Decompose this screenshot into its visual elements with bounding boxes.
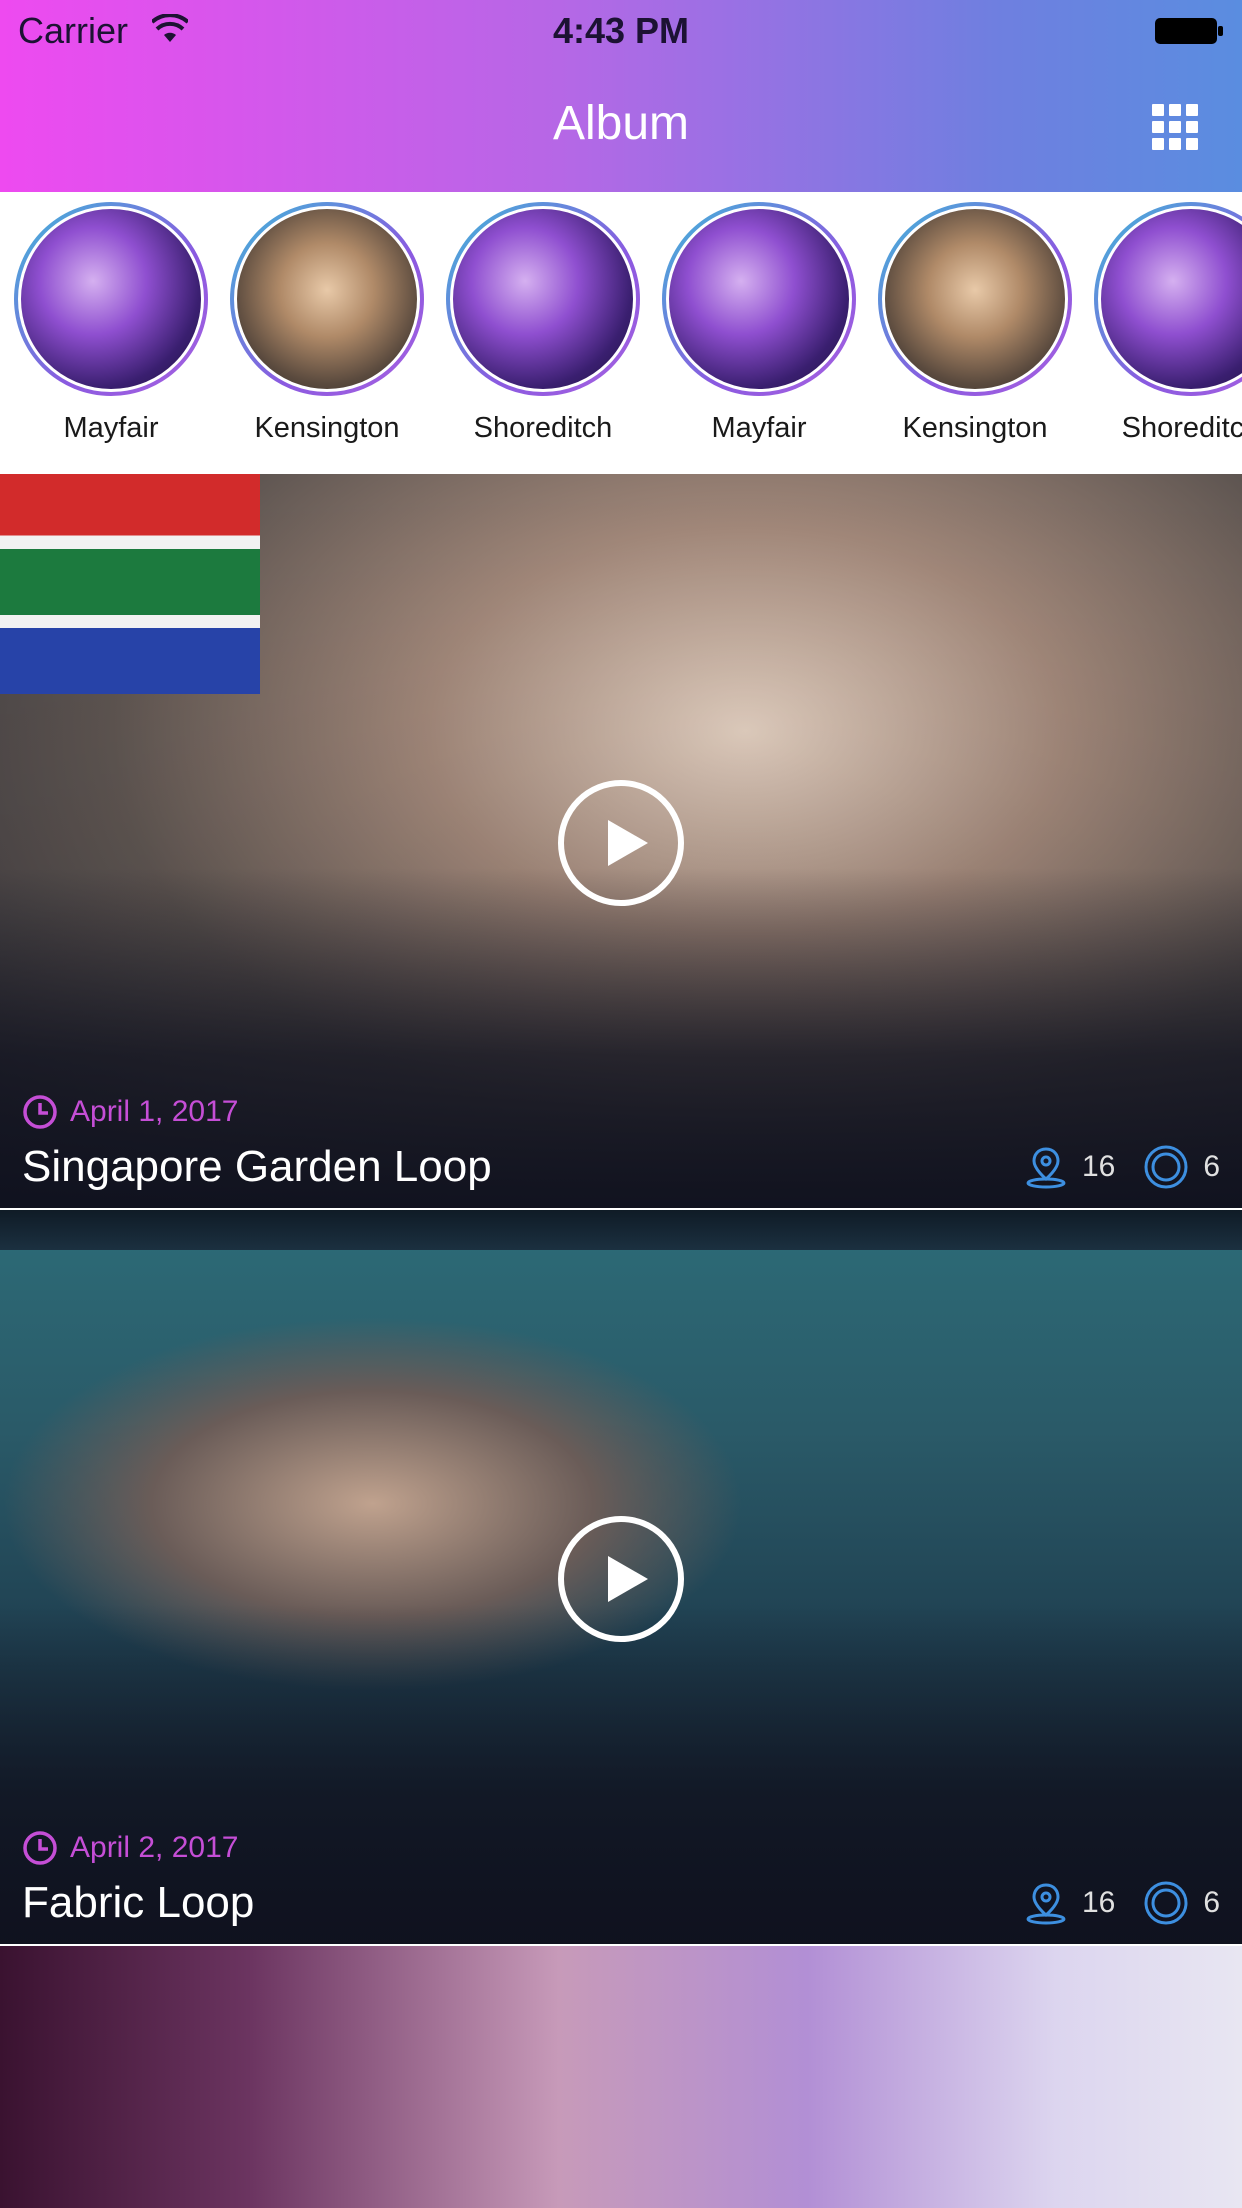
clock-icon	[23, 1831, 57, 1865]
grid-icon[interactable]	[1152, 104, 1198, 150]
status-time: 4:43 PM	[552, 10, 690, 51]
locations-count: 16	[1081, 1150, 1116, 1183]
play-icon	[608, 820, 648, 866]
story-avatar	[450, 206, 636, 392]
card-stats: 16 6	[996, 1880, 1220, 1926]
date-row: April 1, 2017	[22, 1094, 238, 1130]
locations-stat: 16	[1024, 1145, 1115, 1189]
loops-count: 6	[1203, 1150, 1220, 1183]
date-row: April 2, 2017	[22, 1830, 238, 1866]
story-label: Kensington	[902, 412, 1048, 444]
story-label: Mayfair	[63, 412, 159, 444]
header: Carrier 4:43 PM Album	[0, 0, 1242, 192]
locations-count: 16	[1081, 1886, 1116, 1919]
story-avatar	[234, 206, 420, 392]
story-ring	[878, 202, 1072, 396]
story-ring	[14, 202, 208, 396]
location-pin-icon	[1026, 1147, 1066, 1189]
card-title: Fabric Loop	[22, 1878, 255, 1927]
loops-stat: 6	[1143, 1144, 1220, 1190]
story-avatar	[666, 206, 852, 392]
story-avatar	[18, 206, 204, 392]
flag-graphic	[0, 474, 260, 694]
battery-icon	[1155, 18, 1223, 44]
story-label: Shoreditch	[473, 412, 613, 444]
story-avatar	[882, 206, 1068, 392]
feed-card[interactable]: April 2, 2017 Fabric Loop 16 6	[0, 1210, 1242, 1944]
story-item[interactable]: Shoreditch	[443, 202, 643, 445]
locations-stat: 16	[1024, 1881, 1115, 1925]
story-item[interactable]: Mayfair	[659, 202, 859, 445]
story-ring	[1094, 202, 1242, 396]
story-avatar	[1098, 206, 1242, 392]
play-button[interactable]	[558, 780, 684, 906]
stage-lights	[0, 1210, 1242, 1250]
card-date: April 1, 2017	[70, 1095, 239, 1128]
story-item[interactable]: Kensington	[227, 202, 427, 445]
card-date: April 2, 2017	[70, 1831, 239, 1864]
story-ring	[662, 202, 856, 396]
clock-icon	[23, 1095, 57, 1129]
story-label: Kensington	[254, 412, 400, 444]
card-title: Singapore Garden Loop	[22, 1142, 492, 1191]
loops-stat: 6	[1143, 1880, 1220, 1926]
status-bar: Carrier 4:43 PM	[0, 0, 1242, 62]
story-ring	[446, 202, 640, 396]
loops-count: 6	[1203, 1886, 1220, 1919]
play-icon	[608, 1556, 648, 1602]
card-image	[0, 1946, 1242, 2208]
story-label: Shoreditch	[1121, 412, 1242, 444]
card-stats: 16 6	[996, 1144, 1220, 1190]
loop-ring-icon	[1144, 1881, 1188, 1925]
story-label: Mayfair	[711, 412, 807, 444]
story-ring	[230, 202, 424, 396]
loop-ring-icon	[1144, 1145, 1188, 1189]
story-item[interactable]: Mayfair	[11, 202, 211, 445]
story-item[interactable]: Kensington	[875, 202, 1075, 445]
feed-card[interactable]	[0, 1946, 1242, 2208]
story-item[interactable]: Shoreditch	[1091, 202, 1242, 445]
stories-row[interactable]: Mayfair Kensington Shoreditch Mayfair Ke…	[0, 192, 1242, 475]
play-button[interactable]	[558, 1516, 684, 1642]
location-pin-icon	[1026, 1883, 1066, 1925]
feed-card[interactable]: April 1, 2017 Singapore Garden Loop 16 6	[0, 474, 1242, 1208]
page-title: Album	[552, 97, 690, 150]
